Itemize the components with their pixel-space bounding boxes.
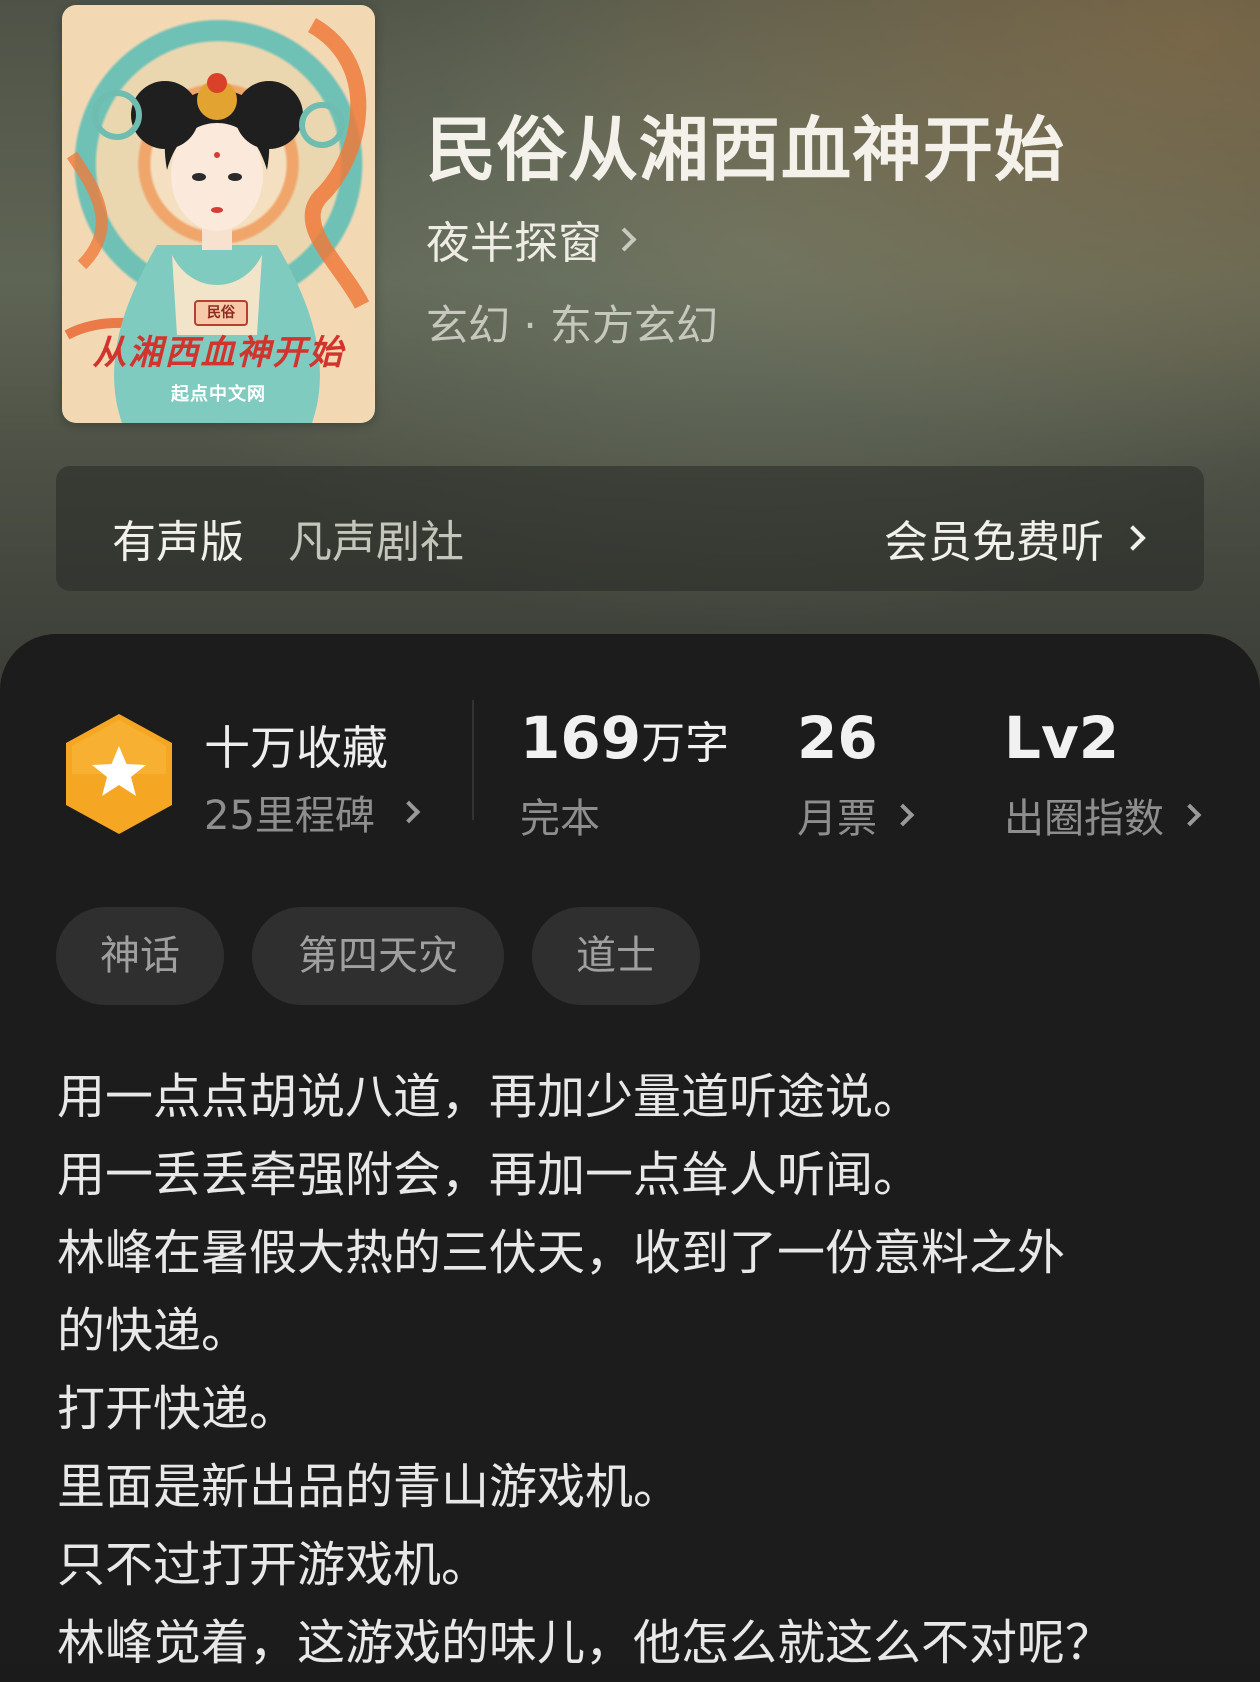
milestones-link[interactable]: 25里程碑 bbox=[204, 783, 421, 841]
stats-divider bbox=[472, 700, 474, 820]
member-listen-button[interactable]: 会员免费听 bbox=[884, 506, 1146, 570]
audiobook-bar[interactable]: 有声版 凡声剧社 会员免费听 bbox=[56, 466, 1204, 591]
popularity-level: Lv2 bbox=[1004, 704, 1120, 772]
description-line: 用一点点胡说八道，再加少量道听途说。 bbox=[57, 1069, 922, 1125]
chevron-right-icon bbox=[397, 800, 421, 824]
description-line: 的快递。 bbox=[57, 1303, 250, 1359]
popularity-index-label: 出圈指数 bbox=[1004, 796, 1164, 842]
chevron-right-icon bbox=[1120, 525, 1146, 551]
star-badge-icon bbox=[66, 714, 172, 834]
description-line: 林峰觉着，这游戏的味儿，他怎么就这么不对呢？ bbox=[57, 1615, 1114, 1671]
author-link[interactable]: 夜半探窗 bbox=[426, 207, 637, 271]
description-line: 用一丢丢牵强附会，再加一点耸人听闻。 bbox=[57, 1147, 922, 1203]
word-count-unit: 万字 bbox=[641, 718, 730, 769]
book-description[interactable]: 用一点点胡说八道，再加少量道听途说。 用一丢丢牵强附会，再加一点耸人听闻。 林峰… bbox=[57, 1058, 1207, 1682]
monthly-votes-label: 月票 bbox=[797, 796, 877, 842]
tag-chip[interactable]: 第四天灾 bbox=[252, 907, 504, 1005]
word-count: 169万字 bbox=[520, 704, 729, 772]
word-count-number: 169 bbox=[520, 704, 642, 772]
book-status-label: 完本 bbox=[520, 796, 600, 842]
book-cover[interactable]: 民俗 从湘西血神开始 起点中文网 bbox=[62, 5, 375, 423]
tag-chip[interactable]: 神话 bbox=[56, 907, 224, 1005]
audiobook-label: 有声版 bbox=[112, 517, 244, 568]
chevron-right-icon bbox=[891, 803, 915, 827]
monthly-votes-count: 26 bbox=[797, 704, 878, 772]
member-listen-label: 会员免费听 bbox=[884, 517, 1104, 568]
monthly-votes-link[interactable]: 月票 bbox=[797, 786, 915, 844]
chevron-right-icon bbox=[612, 226, 637, 252]
author-name: 夜半探窗 bbox=[426, 218, 602, 269]
chevron-right-icon bbox=[1178, 803, 1202, 827]
description-line: 只不过打开游戏机。 bbox=[57, 1537, 490, 1593]
cover-title: 从湘西血神开始 bbox=[92, 333, 345, 373]
book-title: 民俗从湘西血神开始 bbox=[426, 108, 1065, 191]
genre-label: 玄幻 · 东方玄幻 bbox=[426, 301, 719, 350]
favorites-count: 十万收藏 bbox=[204, 721, 388, 775]
cover-publisher: 起点中文网 bbox=[171, 384, 266, 405]
description-line: 林峰在暑假大热的三伏天，收到了一份意料之外 bbox=[57, 1225, 1066, 1281]
milestones-label: 25里程碑 bbox=[204, 793, 375, 839]
popularity-index-link[interactable]: 出圈指数 bbox=[1004, 786, 1202, 844]
audiobook-studio: 凡声剧社 bbox=[288, 517, 464, 568]
book-status: 完本 bbox=[520, 786, 600, 844]
description-line: 打开快递。 bbox=[57, 1381, 298, 1437]
cover-tag: 民俗 bbox=[194, 300, 248, 326]
tag-chip[interactable]: 道士 bbox=[532, 907, 700, 1005]
description-line: 里面是新出品的青山游戏机。 bbox=[57, 1459, 682, 1515]
